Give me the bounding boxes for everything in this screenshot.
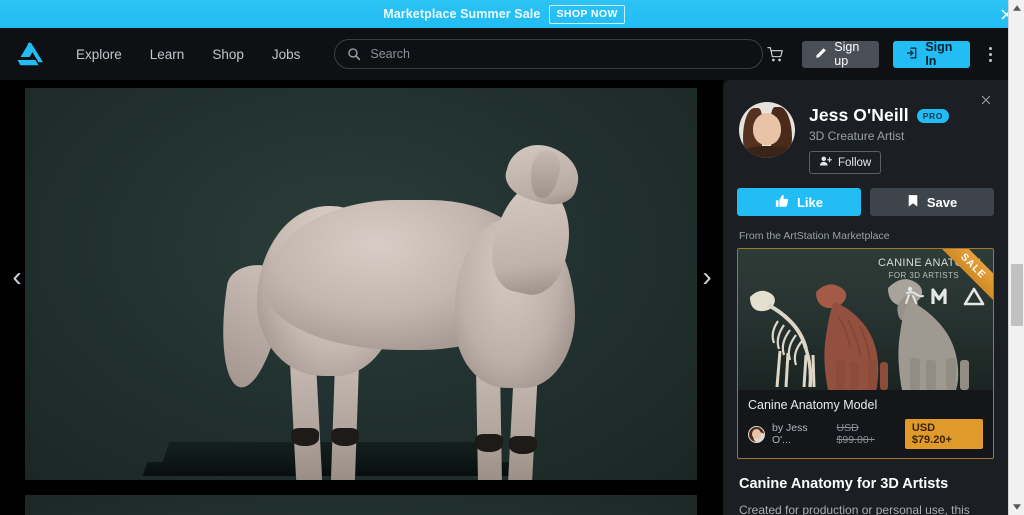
scroll-up-arrow-icon[interactable] bbox=[1009, 0, 1024, 16]
sign-up-label: Sign up bbox=[834, 40, 860, 68]
product-cover-image: CANINE ANATOMY FOR 3D ARTISTS SALE bbox=[738, 249, 993, 390]
like-button[interactable]: Like bbox=[737, 188, 861, 216]
page-scrollbar[interactable] bbox=[1008, 0, 1024, 515]
artist-profile: Jess O'Neill PRO 3D Creature Artist Foll… bbox=[723, 80, 1008, 174]
scroll-down-arrow-icon[interactable] bbox=[1009, 499, 1024, 515]
top-navigation-bar: Explore Learn Shop Jobs Search Sign up S… bbox=[0, 28, 1008, 80]
like-label: Like bbox=[796, 194, 823, 210]
marketplace-product-card[interactable]: CANINE ANATOMY FOR 3D ARTISTS SALE Canin… bbox=[737, 248, 994, 459]
artwork-description-text: Created for production or personal use, … bbox=[739, 503, 970, 515]
product-old-price: USD $99.00+ bbox=[836, 422, 875, 446]
nav-link-explore[interactable]: Explore bbox=[62, 41, 136, 68]
bookmark-icon bbox=[907, 194, 919, 211]
marketplace-label: From the ArtStation Marketplace bbox=[739, 230, 890, 242]
maya-logo-icon bbox=[931, 285, 957, 312]
product-cover-subtitle: FOR 3D ARTISTS bbox=[888, 271, 959, 280]
search-bar[interactable] bbox=[334, 39, 764, 69]
search-input[interactable] bbox=[370, 47, 751, 61]
artwork-image[interactable] bbox=[25, 88, 697, 480]
nav-link-learn[interactable]: Learn bbox=[136, 41, 199, 68]
artist-avatar[interactable] bbox=[739, 102, 795, 158]
follow-label: Follow bbox=[838, 156, 872, 169]
product-author-avatar bbox=[748, 425, 765, 443]
pencil-icon bbox=[815, 47, 827, 62]
artwork-title: Canine Anatomy for 3D Artists bbox=[739, 476, 949, 492]
search-icon bbox=[347, 47, 361, 61]
zbrush-logo-icon bbox=[901, 285, 927, 312]
artstation-logo[interactable] bbox=[16, 41, 46, 67]
skin-dog-figure bbox=[888, 279, 969, 390]
dog-render bbox=[25, 88, 697, 480]
product-name[interactable]: Canine Anatomy Model bbox=[748, 398, 983, 412]
product-info: Canine Anatomy Model by Jess O'... USD $… bbox=[738, 390, 993, 458]
nav-actions: Sign up Sign In bbox=[763, 39, 1008, 69]
shop-now-button[interactable]: SHOP NOW bbox=[549, 4, 625, 24]
sign-in-label: Sign In bbox=[925, 40, 953, 68]
login-arrow-icon bbox=[906, 47, 918, 62]
page-root: Marketplace Summer Sale SHOP NOW Explore… bbox=[0, 0, 1024, 515]
shopping-cart-icon[interactable] bbox=[763, 39, 788, 69]
save-label: Save bbox=[926, 194, 958, 210]
nav-link-jobs[interactable]: Jobs bbox=[258, 41, 315, 68]
promo-banner[interactable]: Marketplace Summer Sale SHOP NOW bbox=[0, 0, 1008, 28]
save-button[interactable]: Save bbox=[870, 188, 994, 216]
artwork-info-sidebar: Jess O'Neill PRO 3D Creature Artist Foll… bbox=[723, 80, 1008, 515]
nav-links: Explore Learn Shop Jobs bbox=[62, 41, 314, 68]
add-person-icon bbox=[819, 155, 833, 170]
chevron-right-icon[interactable]: › bbox=[694, 257, 720, 297]
sign-in-button[interactable]: Sign In bbox=[893, 40, 970, 68]
artist-name[interactable]: Jess O'Neill bbox=[809, 105, 909, 126]
scrollbar-thumb[interactable] bbox=[1011, 264, 1023, 326]
pro-badge: PRO bbox=[916, 108, 949, 123]
artwork-viewer[interactable] bbox=[0, 80, 723, 515]
artwork-description: Canine Anatomy for 3D Artists Created fo… bbox=[723, 459, 1008, 515]
artwork-actions: Like Save bbox=[723, 174, 1008, 216]
software-logos bbox=[901, 285, 987, 312]
follow-button[interactable]: Follow bbox=[809, 151, 882, 174]
promo-banner-text: Marketplace Summer Sale bbox=[383, 7, 541, 21]
product-author[interactable]: by Jess O'... bbox=[772, 422, 828, 446]
nav-link-shop[interactable]: Shop bbox=[198, 41, 258, 68]
artwork-image-next[interactable] bbox=[25, 495, 697, 515]
chevron-left-icon[interactable]: ‹ bbox=[4, 257, 30, 297]
artist-title: 3D Creature Artist bbox=[809, 129, 905, 143]
thumbs-up-icon bbox=[775, 194, 789, 211]
sign-up-button[interactable]: Sign up bbox=[802, 40, 880, 68]
product-price-badge[interactable]: USD $79.20+ bbox=[904, 419, 983, 449]
kebab-menu-icon[interactable] bbox=[982, 40, 1000, 68]
sidebar-close-icon[interactable] bbox=[976, 90, 996, 110]
